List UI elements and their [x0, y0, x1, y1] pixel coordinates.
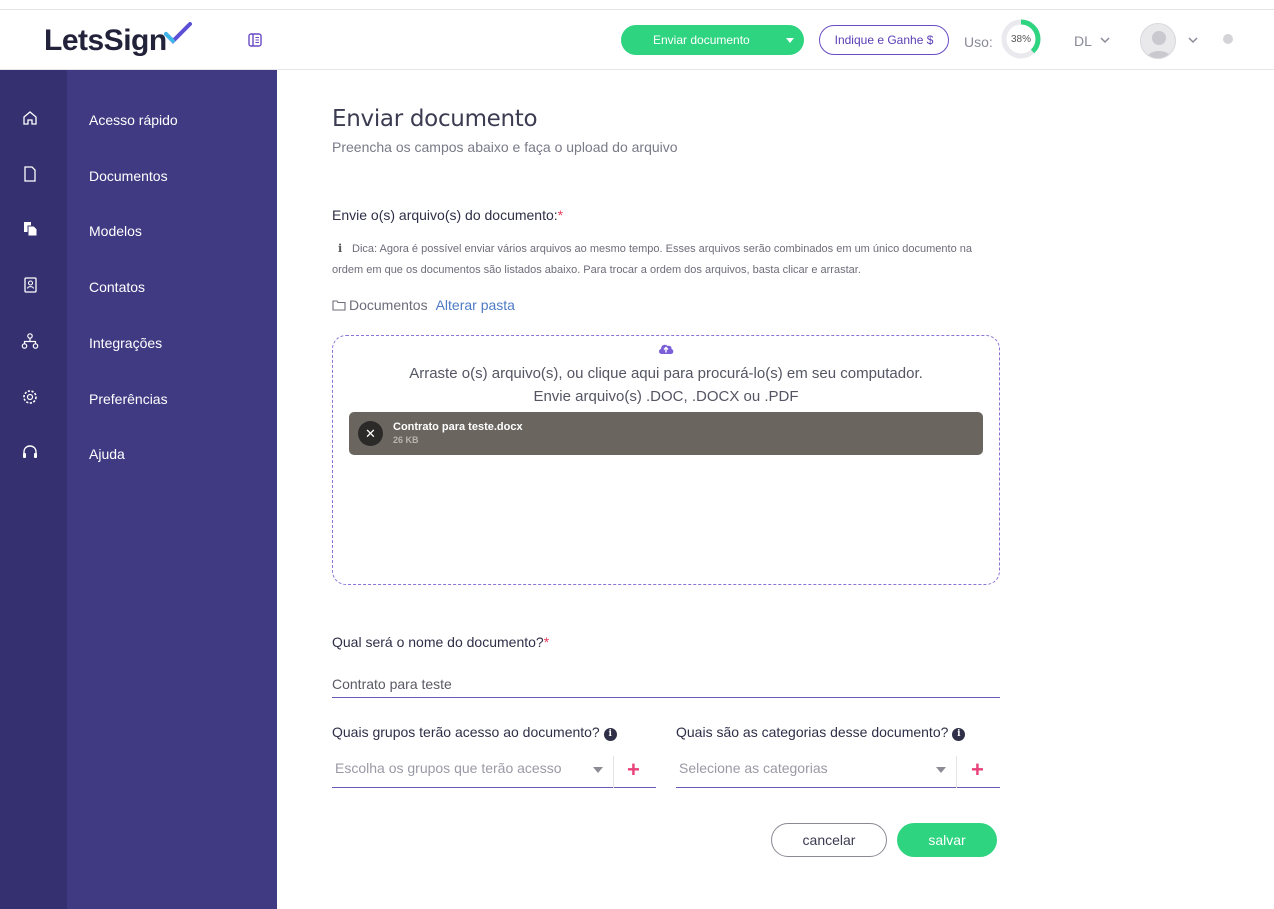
folder-name: Documentos — [349, 297, 428, 313]
select-divider — [613, 756, 614, 788]
file-size: 26 KB — [393, 435, 419, 445]
files-label: Envie o(s) arquivo(s) do documento:* — [332, 207, 563, 223]
avatar[interactable] — [1140, 23, 1176, 59]
tip-text: i Dica: Agora é possível enviar vários ar… — [332, 238, 1000, 281]
caret-down-icon[interactable] — [593, 767, 603, 773]
headset-icon[interactable] — [21, 443, 39, 461]
categories-label: Quais são as categorias desse documento?… — [676, 724, 966, 741]
caret-down-icon[interactable] — [936, 767, 946, 773]
sidebar-item-preferences[interactable]: Preferências — [89, 391, 168, 407]
sidebar-item-quick-access[interactable]: Acesso rápido — [89, 112, 178, 128]
usage-percent: 38% — [1010, 33, 1031, 45]
add-group-icon[interactable]: + — [627, 757, 640, 783]
info-icon[interactable]: i — [603, 727, 617, 741]
document-name-input[interactable] — [332, 664, 1000, 698]
contacts-icon[interactable] — [21, 276, 39, 294]
groups-placeholder: Escolha os grupos que terão acesso — [335, 760, 562, 776]
sidebar-item-integrations[interactable]: Integrações — [89, 335, 162, 351]
top-strip — [0, 0, 1274, 10]
send-document-label: Enviar documento — [653, 33, 750, 47]
cloud-upload-icon — [658, 344, 674, 354]
remove-file-icon[interactable]: ✕ — [358, 421, 383, 446]
send-document-button[interactable]: Enviar documento — [621, 25, 804, 55]
folder-icon — [332, 300, 346, 311]
dropzone-file-types: Envie arquivo(s) .DOC, .DOCX ou .PDF — [533, 388, 799, 405]
caret-down-icon[interactable] — [786, 38, 794, 43]
page-subtitle: Preencha os campos abaixo e faça o uploa… — [332, 139, 678, 155]
document-name-label: Qual será o nome do documento?* — [332, 634, 549, 650]
sidebar-item-contacts[interactable]: Contatos — [89, 279, 145, 295]
app-logo[interactable]: LetsSign — [44, 24, 167, 58]
change-folder-link[interactable]: Alterar pasta — [436, 297, 515, 313]
icon-rail — [0, 70, 67, 909]
categories-select[interactable]: Selecione as categorias + — [676, 752, 1000, 788]
categories-placeholder: Selecione as categorias — [679, 760, 828, 776]
info-icon: i — [338, 242, 343, 255]
document-name-label-text: Qual será o nome do documento? — [332, 634, 544, 650]
uploaded-file-item[interactable]: ✕ Contrato para teste.docx 26 KB — [349, 412, 983, 455]
integrations-icon[interactable] — [21, 332, 39, 350]
user-silhouette-icon — [1146, 31, 1172, 58]
cancel-button[interactable]: cancelar — [771, 823, 887, 857]
add-category-icon[interactable]: + — [971, 757, 984, 783]
user-initials[interactable]: DL — [1074, 33, 1092, 49]
home-icon[interactable] — [21, 109, 39, 127]
sidebar-item-documents[interactable]: Documentos — [89, 168, 168, 184]
book-icon[interactable] — [247, 32, 263, 48]
document-icon[interactable] — [21, 165, 39, 183]
categories-label-text: Quais são as categorias desse documento? — [676, 724, 949, 740]
file-name: Contrato para teste.docx — [393, 421, 523, 433]
templates-icon[interactable] — [21, 220, 39, 238]
folder-row: Documentos Alterar pasta — [332, 297, 515, 313]
chevron-down-icon[interactable] — [1099, 35, 1111, 45]
sidebar-item-templates[interactable]: Modelos — [89, 223, 142, 239]
save-button[interactable]: salvar — [897, 823, 997, 857]
dropzone-instruction: Arraste o(s) arquivo(s), ou clique aqui … — [409, 365, 923, 382]
groups-label-text: Quais grupos terão acesso ao documento? — [332, 724, 600, 740]
chevron-down-icon[interactable] — [1187, 35, 1199, 45]
refer-and-earn-button[interactable]: Indique e Ganhe $ — [819, 25, 949, 55]
nav-panel — [67, 70, 277, 909]
top-header: LetsSign Enviar documento Indique e Ganh… — [0, 10, 1274, 70]
info-icon[interactable]: i — [952, 727, 966, 741]
usage-label: Uso: — [964, 34, 993, 50]
groups-label: Quais grupos terão acesso ao documento? i — [332, 724, 617, 741]
usage-gauge: 38% — [1000, 18, 1042, 60]
gear-icon[interactable] — [21, 388, 39, 406]
tip-body: Dica: Agora é possível enviar vários arq… — [332, 243, 972, 276]
files-label-text: Envie o(s) arquivo(s) do documento: — [332, 207, 558, 223]
select-divider — [956, 756, 957, 788]
groups-select[interactable]: Escolha os grupos que terão acesso + — [332, 752, 656, 788]
required-mark: * — [543, 634, 550, 650]
page-title: Enviar documento — [332, 106, 538, 132]
logo-check-icon — [164, 22, 192, 44]
sidebar-item-help[interactable]: Ajuda — [89, 446, 125, 462]
required-mark: * — [557, 207, 564, 223]
status-dot — [1223, 34, 1233, 44]
file-dropzone[interactable]: Arraste o(s) arquivo(s), ou clique aqui … — [332, 335, 1000, 585]
